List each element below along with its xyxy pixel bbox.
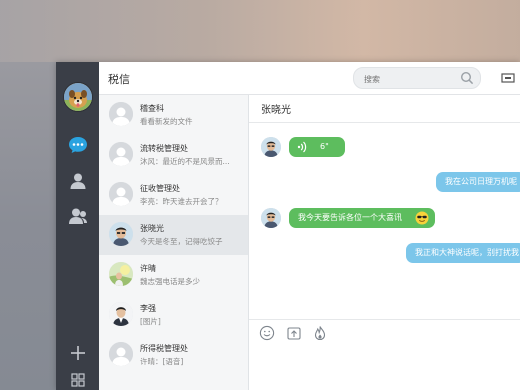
sender-avatar[interactable] [261, 208, 281, 228]
fire-icon[interactable] [312, 325, 328, 341]
compose-area[interactable] [249, 319, 520, 390]
contact-list: 稽查科 看看新发的文件 流转税管理处 沐风：最近的不是风景而... 征收管理处 … [99, 95, 249, 390]
contact-item[interactable]: 李强 [图片] [99, 295, 248, 335]
contact-item[interactable]: 所得税管理处 许晴：[语音] [99, 335, 248, 375]
contact-preview: 许晴：[语音] [140, 357, 184, 366]
default-avatar-icon [109, 142, 133, 166]
contact-item[interactable]: 征收管理处 李亮：昨天谁去开会了？ [99, 175, 248, 215]
contact-name: 流转税管理处 [140, 144, 188, 153]
contact-name: 所得税管理处 [140, 344, 188, 353]
voice-message-bubble[interactable]: 6" [289, 137, 345, 157]
contact-name: 征收管理处 [140, 184, 180, 193]
contact-name: 李强 [140, 304, 156, 313]
nav-rail [56, 62, 99, 390]
search-icon[interactable] [460, 71, 474, 85]
contact-avatar [109, 302, 133, 326]
contact-preview: 看看新发的文件 [140, 117, 193, 126]
contact-preview: 李亮：昨天谁去开会了？ [140, 197, 223, 206]
app-header: 税信 [99, 62, 520, 95]
voice-icon [297, 141, 307, 153]
default-avatar-icon [109, 102, 133, 126]
contact-item[interactable]: 流转税管理处 沐风：最近的不是风景而... [99, 135, 248, 175]
upload-icon[interactable] [286, 325, 302, 341]
contact-name: 稽查科 [140, 104, 164, 113]
voice-duration: 6" [320, 142, 329, 151]
contact-item-selected[interactable]: 张晓光 今天是冬至，记得吃饺子 [99, 215, 248, 255]
contact-preview: 今天是冬至，记得吃饺子 [140, 237, 223, 246]
message-text: 我今天要告诉各位一个大喜讯 [298, 213, 402, 222]
sunglasses-emoji-icon [415, 211, 429, 225]
contact-preview: 沐风：最近的不是风景而... [140, 157, 230, 166]
search-input[interactable] [362, 70, 462, 88]
chat-icon[interactable] [67, 134, 89, 156]
contact-name: 张晓光 [140, 224, 164, 233]
default-avatar-icon [109, 342, 133, 366]
background-top [0, 0, 520, 62]
emoji-icon[interactable] [259, 325, 275, 341]
message-bubble-incoming[interactable]: 我今天要告诉各位一个大喜讯 [289, 208, 435, 228]
contacts-group-icon[interactable] [67, 205, 89, 227]
app-title: 税信 [108, 73, 130, 86]
chat-panel: 张晓光 6" 我在公司日理万机呢 我今天要告诉各位一个大喜讯 我正和大神说话呢，… [249, 95, 520, 390]
contact-preview: [图片] [140, 317, 161, 326]
chat-title: 张晓光 [261, 105, 291, 116]
contact-icon[interactable] [67, 170, 89, 192]
contact-item[interactable]: 许晴 魏志强电话是多少 [99, 255, 248, 295]
chat-header: 张晓光 [249, 95, 520, 123]
default-avatar-icon [109, 182, 133, 206]
add-icon[interactable] [67, 342, 89, 364]
sender-avatar[interactable] [261, 137, 281, 157]
grid-icon[interactable] [67, 369, 89, 390]
contact-avatar [109, 222, 133, 246]
background-left [0, 62, 56, 390]
window-icon[interactable] [501, 72, 515, 84]
contact-preview: 魏志强电话是多少 [140, 277, 200, 286]
message-bubble-outgoing[interactable]: 我正和大神说话呢，别打扰我 [406, 243, 520, 263]
app-window: 税信 稽查科 看看新发的文件 流转税管理处 沐风：最近的不是风景而.. [56, 62, 520, 390]
search-box[interactable] [353, 67, 481, 89]
contact-name: 许晴 [140, 264, 156, 273]
message-bubble-outgoing[interactable]: 我在公司日理万机呢 [436, 172, 520, 192]
user-avatar[interactable] [63, 82, 93, 112]
contact-avatar [109, 262, 133, 286]
contact-item[interactable]: 稽查科 看看新发的文件 [99, 95, 248, 135]
